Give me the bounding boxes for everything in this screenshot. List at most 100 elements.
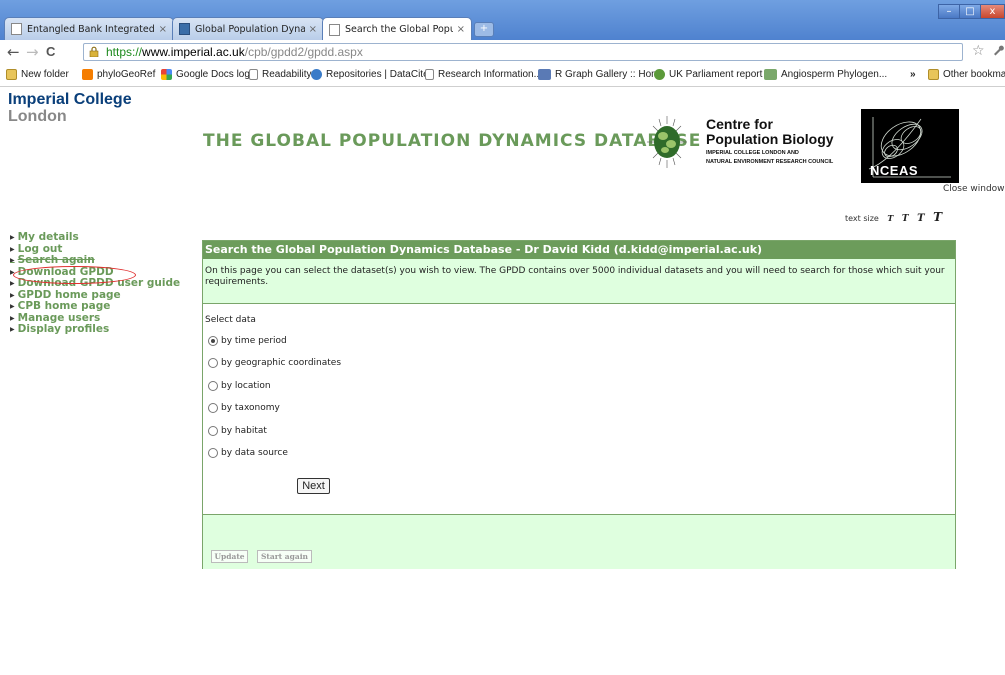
page-icon: [249, 69, 258, 80]
triangle-right-icon: ▶: [10, 291, 15, 299]
bookmark-uk-parliament[interactable]: UK Parliament report ...: [654, 69, 773, 80]
page-icon: [329, 23, 340, 36]
minimize-button[interactable]: –: [938, 4, 960, 19]
new-tab-button[interactable]: +: [474, 22, 494, 37]
imperial-college-logo[interactable]: Imperial College London: [8, 91, 132, 125]
option-label: by location: [221, 381, 271, 391]
page-title: THE GLOBAL POPULATION DYNAMICS DATABASE: [203, 131, 702, 151]
highlight-annotation-ellipse: [13, 266, 136, 284]
bookmark-readability[interactable]: Readability: [249, 69, 311, 80]
radio-button[interactable]: [208, 336, 218, 346]
folder-icon: [6, 69, 17, 80]
tab-entangled-bank[interactable]: Entangled Bank Integrated... ×: [4, 17, 174, 40]
triangle-right-icon: ▶: [10, 303, 15, 310]
bookmark-research-information[interactable]: Research Information...: [425, 69, 542, 80]
triangle-right-icon: ▶: [10, 245, 15, 253]
college-name-line2: London: [8, 108, 67, 125]
bookmark-angiosperm[interactable]: Angiosperm Phylogen...: [764, 69, 887, 80]
maximize-button[interactable]: □: [959, 4, 981, 19]
wrench-icon[interactable]: [992, 44, 1004, 60]
nav-label: CPB home page: [17, 300, 111, 312]
bookmark-label: phyloGeoRef: [97, 69, 156, 80]
panel-footer: Update Start again: [203, 514, 955, 569]
text-size-xlarge-button[interactable]: T: [933, 210, 942, 224]
option-location[interactable]: by location: [208, 381, 271, 391]
radio-button[interactable]: [208, 381, 218, 391]
close-window-button[interactable]: x: [980, 4, 1005, 19]
option-label: by time period: [221, 336, 287, 346]
radio-button[interactable]: [208, 448, 218, 458]
url-path: /cpb/gpdd2/gpdd.aspx: [244, 45, 363, 59]
bookmarks-overflow-button[interactable]: »: [910, 69, 916, 80]
text-size-label: text size: [845, 214, 879, 223]
text-size-large-button[interactable]: T: [917, 213, 924, 224]
bookmark-label: Readability: [262, 69, 312, 80]
bookmark-phylogeoref[interactable]: phyloGeoRef: [82, 69, 155, 80]
panel-intro-text: On this page you can select the dataset(…: [203, 259, 955, 304]
url-host: www.imperial.ac.uk: [142, 45, 245, 59]
cpb-title-line1: Centre for: [706, 116, 773, 132]
cpb-logo-icon: [647, 116, 687, 168]
nav-label: Manage users: [17, 311, 101, 324]
option-habitat[interactable]: by habitat: [208, 426, 267, 436]
bookmark-datacite[interactable]: Repositories | DataCite: [311, 69, 429, 80]
nav-label: Search again: [17, 254, 95, 266]
start-again-button[interactable]: Start again: [257, 550, 312, 563]
radio-button[interactable]: [208, 403, 218, 413]
cpb-subtitle-line1: IMPERIAL COLLEGE LONDON AND: [706, 150, 799, 156]
bookmark-label: Repositories | DataCite: [326, 69, 429, 80]
option-geographic-coordinates[interactable]: by geographic coordinates: [208, 358, 341, 368]
reload-button[interactable]: C: [46, 44, 55, 60]
triangle-right-icon: ▶: [10, 280, 15, 287]
bookmark-label: Angiosperm Phylogen...: [781, 69, 888, 80]
text-size-small-button[interactable]: T: [887, 213, 893, 223]
next-button[interactable]: Next: [297, 478, 330, 494]
tab-search-gpdd[interactable]: Search the Global Populatio... ×: [322, 17, 472, 41]
cpb-subtitle-line2: NATURAL ENVIRONMENT RESEARCH COUNCIL: [706, 159, 834, 165]
option-taxonomy[interactable]: by taxonomy: [208, 403, 280, 413]
tab-close-icon[interactable]: ×: [309, 24, 317, 35]
bookmark-label: Research Information...: [438, 69, 542, 80]
close-window-link[interactable]: Close windowx: [943, 184, 1005, 196]
bookmark-google-docs[interactable]: Google Docs logo: [161, 69, 256, 80]
back-button[interactable]: ←: [7, 44, 20, 60]
address-bar[interactable]: https://www.imperial.ac.uk/cpb/gpdd2/gpd…: [83, 43, 963, 61]
tab-title: Global Population Dynamics...: [195, 23, 305, 35]
text-size-medium-button[interactable]: T: [902, 214, 909, 224]
college-name-line1: Imperial College: [8, 91, 132, 108]
page-icon: [11, 23, 22, 35]
other-bookmarks[interactable]: Other bookmarks: [928, 69, 1005, 80]
option-time-period[interactable]: by time period: [208, 336, 287, 346]
nav-label: GPDD home page: [17, 288, 121, 301]
datacite-icon: [311, 69, 322, 80]
nceas-label: NCEAS: [870, 163, 919, 178]
option-data-source[interactable]: by data source: [208, 448, 288, 458]
tab-close-icon[interactable]: ×: [457, 24, 465, 35]
bookmark-new-folder[interactable]: New folder: [6, 69, 69, 80]
triangle-right-icon: ▶: [10, 314, 15, 322]
triangle-right-icon: ▶: [10, 257, 15, 264]
bookmark-star-icon[interactable]: ☆: [972, 43, 985, 59]
radio-button[interactable]: [208, 426, 218, 436]
tab-gpdd[interactable]: Global Population Dynamics... ×: [172, 17, 324, 40]
update-button[interactable]: Update: [211, 550, 248, 563]
angio-icon: [764, 69, 777, 80]
bookmarks-bar: New folder phyloGeoRef Google Docs logo …: [0, 65, 1005, 87]
triangle-right-icon: ▶: [10, 234, 15, 241]
url-scheme: https://: [106, 45, 143, 59]
nav-label: My details: [17, 231, 79, 243]
browser-titlebar: Entangled Bank Integrated... × Global Po…: [0, 0, 1005, 41]
bookmark-label: Other bookmarks: [943, 69, 1005, 80]
option-label: by geographic coordinates: [221, 358, 342, 368]
panel-header: Search the Global Population Dynamics Da…: [203, 241, 955, 259]
close-window-label: Close window: [943, 184, 1005, 194]
option-label: by taxonomy: [221, 403, 280, 413]
tab-close-icon[interactable]: ×: [159, 24, 167, 35]
forward-button[interactable]: →: [26, 44, 39, 60]
nav-display-profiles[interactable]: ▶ Display profiles: [10, 323, 180, 336]
side-navigation: ▶ My details ▶ Log out ▶ Search again ▶ Down…: [10, 231, 180, 336]
bookmark-label: New folder: [21, 69, 69, 80]
r-icon: [538, 69, 551, 80]
bookmark-r-graph-gallery[interactable]: R Graph Gallery :: Home: [538, 69, 665, 80]
radio-button[interactable]: [208, 358, 218, 368]
